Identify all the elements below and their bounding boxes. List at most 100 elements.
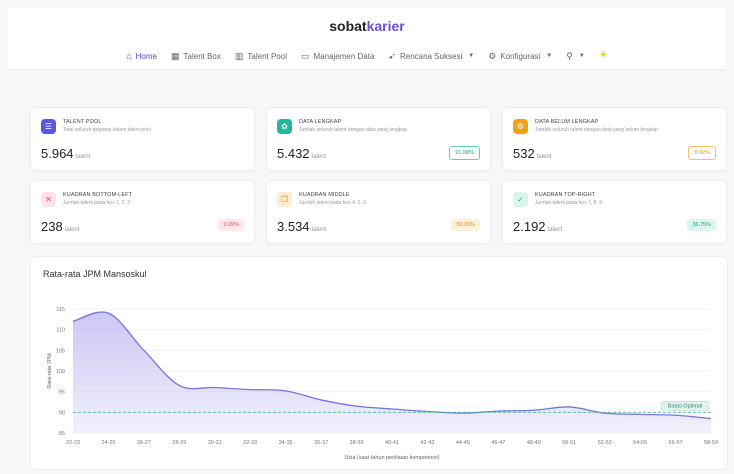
grid-icon: ▦	[171, 50, 180, 61]
card-value-unit: talent	[311, 227, 327, 233]
card-title: TALENT POOL	[63, 119, 102, 125]
chevron-down-icon: ▼	[468, 53, 475, 59]
home-icon: ⌂	[126, 50, 132, 61]
x-tick-label: 48-49	[527, 440, 541, 446]
card-value: 5.964 talent	[41, 146, 90, 161]
card-value: 532 talent	[513, 146, 551, 161]
y-tick-label: 90	[59, 410, 65, 416]
users-icon: ☰	[41, 119, 56, 134]
card-value-number: 3.534	[277, 219, 310, 234]
x-tick-label: 26-27	[137, 440, 151, 446]
nav-item-talent-pool[interactable]: ▥ Talent Pool	[235, 48, 287, 64]
card-value-unit: talent	[75, 154, 91, 160]
card-subtitle: Jumlah talent pada box 7, 8, 9	[535, 200, 602, 206]
nav-item-user[interactable]: ⚲ ▼	[566, 48, 585, 64]
reference-label: Batas Optimal	[668, 404, 703, 410]
x-tick-label: 22-23	[66, 440, 80, 446]
box-copy-icon: ❐	[277, 192, 292, 207]
card-value-unit: talent	[64, 227, 80, 233]
card-title: KUADRAN BOTTOM-LEFT	[63, 192, 133, 198]
chevron-down-icon: ▼	[578, 53, 585, 59]
x-tick-label: 34-35	[279, 440, 293, 446]
sun-icon: ☀	[598, 50, 608, 61]
top-navbar: sobatkarier ⌂ Home ▦ Talent Box ▥ Talent Pool…	[8, 8, 726, 70]
percentage-badge: 3.99%	[218, 219, 244, 231]
card-value-number: 532	[513, 146, 535, 161]
x-axis-label: Usia (saat tahun penilaian kompetensi)	[344, 455, 439, 461]
check-gear-icon: ✿	[277, 119, 292, 134]
series-area	[73, 311, 711, 433]
x-tick-label: 40-41	[385, 440, 399, 446]
box-check-icon: ✓	[513, 192, 528, 207]
box-x-icon: ✕	[41, 192, 56, 207]
nav-label: Konfigurasi	[500, 51, 541, 61]
x-tick-label: 50-51	[562, 440, 576, 446]
send-icon: ➹	[388, 50, 396, 61]
card-title: KUADRAN TOP-RIGHT	[535, 192, 596, 198]
warning-icon: ⚙	[513, 119, 528, 134]
percentage-badge: 36.75%	[687, 219, 716, 231]
main-nav: ⌂ Home ▦ Talent Box ▥ Talent Pool ▭ Manajemen D…	[8, 48, 726, 64]
brand-text-post: karier	[366, 18, 405, 34]
percentage-badge: 91.08%	[449, 146, 480, 160]
stat-card-data-belum-lengkap: ⚙ DATA BELUM LENGKAP Jumlah seluruh talent…	[502, 107, 727, 171]
x-tick-label: 32-33	[243, 440, 257, 446]
card-value: 3.534 talent	[277, 219, 326, 234]
nav-item-sun[interactable]: ☀	[599, 48, 608, 64]
y-tick-label: 95	[59, 390, 65, 396]
nav-label: Talent Pool	[247, 51, 287, 61]
card-value-unit: talent	[547, 227, 563, 233]
nav-label: Home	[135, 51, 157, 61]
nav-label: Talent Box	[183, 51, 221, 61]
nav-item-rencana-suksesi[interactable]: ➹ Rencana Suksesi ▼	[388, 48, 474, 64]
brand-text-pre: sobat	[329, 18, 367, 34]
nav-label: Manajemen Data	[313, 51, 375, 61]
y-tick-label: 85	[59, 431, 65, 437]
card-value-number: 5.964	[41, 146, 74, 161]
chart-card: Rata-rata JPM Mansoskul 85 90 95 100 105 110 1…	[30, 256, 728, 470]
percentage-badge: 59.26%	[451, 219, 480, 231]
x-tick-label: 38-39	[350, 440, 364, 446]
card-value: 238 talent	[41, 219, 79, 234]
stat-card-kuadran-top-right: ✓ KUADRAN TOP-RIGHT Jumlah talent pada box…	[502, 180, 727, 244]
user-icon: ⚲	[566, 50, 573, 61]
y-tick-label: 115	[56, 307, 65, 313]
card-subtitle: Jumlah talent pada box 1, 2, 3	[63, 200, 130, 206]
x-tick-label: 46-47	[491, 440, 505, 446]
x-tick-label: 36-37	[314, 440, 328, 446]
card-title: DATA BELUM LENGKAP	[535, 119, 599, 125]
brand-logo[interactable]: sobatkarier	[8, 18, 726, 34]
chevron-down-icon: ▼	[546, 53, 553, 59]
nav-item-konfigurasi[interactable]: ⚙ Konfigurasi ▼	[488, 48, 552, 64]
card-value-unit: talent	[311, 154, 327, 160]
card-subtitle: Total seluruh pegawai dalam talent pool	[63, 127, 151, 133]
nav-label: Rencana Suksesi	[399, 51, 463, 61]
y-axis-label: Rata-rata JPM	[47, 353, 53, 389]
data-icon: ▭	[300, 50, 310, 61]
x-tick-label: 30-31	[208, 440, 222, 446]
percentage-badge: 8.92%	[688, 146, 716, 160]
pool-icon: ▥	[234, 50, 244, 61]
x-tick-label: 56-57	[669, 440, 683, 446]
gear-icon: ⚙	[488, 50, 497, 61]
card-value-unit: talent	[536, 154, 552, 160]
card-value: 2.192 talent	[513, 219, 562, 234]
nav-item-manajemen-data[interactable]: ▭ Manajemen Data	[301, 48, 374, 64]
nav-item-talent-box[interactable]: ▦ Talent Box	[171, 48, 221, 64]
card-value: 5.432 talent	[277, 146, 326, 161]
card-value-number: 2.192	[513, 219, 546, 234]
nav-item-home[interactable]: ⌂ Home	[126, 48, 157, 64]
y-tick-label: 100	[56, 369, 65, 375]
card-subtitle: Jumlah seluruh talent dengan data yang b…	[535, 127, 658, 133]
y-tick-label: 110	[56, 328, 65, 334]
x-tick-label: 58-59	[704, 440, 718, 446]
x-tick-label: 54-55	[633, 440, 647, 446]
card-subtitle: Jumlah seluruh talent dengan data yang l…	[299, 127, 407, 133]
stat-card-data-lengkap: ✿ DATA LENGKAP Jumlah seluruh talent denga…	[266, 107, 491, 171]
stat-card-talent-pool: ☰ TALENT POOL Total seluruh pegawai dalam …	[30, 107, 255, 171]
stat-card-kuadran-bottom-left: ✕ KUADRAN BOTTOM-LEFT Jumlah talent pada b…	[30, 180, 255, 244]
y-tick-label: 105	[56, 348, 65, 354]
card-value-number: 5.432	[277, 146, 310, 161]
x-tick-label: 28-29	[172, 440, 186, 446]
jpm-area-chart: 85 90 95 100 105 110 115 22-23 24-25 26-27 28-29 30…	[47, 307, 718, 461]
